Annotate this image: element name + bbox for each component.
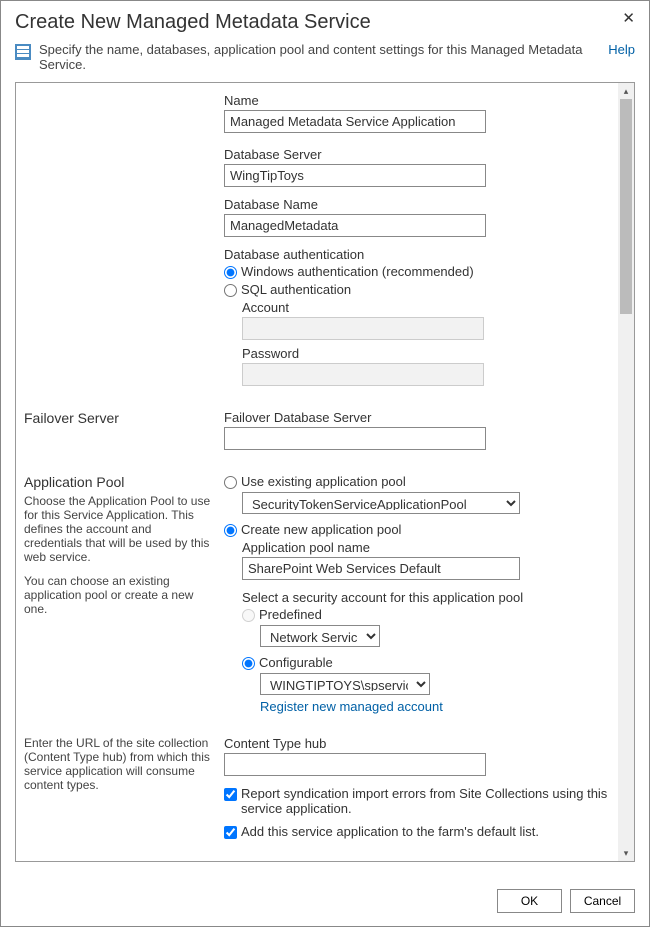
- auth-windows-radio[interactable]: [224, 266, 237, 279]
- cth-desc: Enter the URL of the site collection (Co…: [24, 736, 212, 792]
- add-to-default-checkbox[interactable]: [224, 826, 237, 839]
- configurable-select[interactable]: WINGTIPTOYS\spservices: [260, 673, 430, 695]
- ok-button[interactable]: OK: [497, 889, 562, 913]
- use-existing-pool-label: Use existing application pool: [241, 474, 406, 489]
- scrollbar[interactable]: ▴ ▾: [618, 83, 634, 861]
- auth-sql-radio[interactable]: [224, 284, 237, 297]
- close-icon[interactable]: ✕: [622, 11, 635, 26]
- name-input[interactable]: [224, 110, 486, 133]
- db-server-label: Database Server: [224, 147, 612, 162]
- help-link[interactable]: Help: [598, 42, 635, 57]
- add-to-default-label: Add this service application to the farm…: [241, 824, 539, 839]
- predefined-radio: [242, 609, 255, 622]
- scroll-up-icon[interactable]: ▴: [618, 83, 634, 99]
- failover-section-title: Failover Server: [24, 410, 212, 426]
- apppool-section-title: Application Pool: [24, 474, 212, 490]
- name-label: Name: [224, 93, 612, 108]
- create-new-pool-radio[interactable]: [224, 524, 237, 537]
- dialog-description: Specify the name, databases, application…: [39, 42, 590, 72]
- db-name-label: Database Name: [224, 197, 612, 212]
- auth-windows-label: Windows authentication (recommended): [241, 264, 474, 279]
- db-password-label: Password: [242, 346, 612, 361]
- apppool-desc-1: Choose the Application Pool to use for t…: [24, 494, 212, 564]
- failover-input[interactable]: [224, 427, 486, 450]
- use-existing-pool-radio[interactable]: [224, 476, 237, 489]
- register-account-link[interactable]: Register new managed account: [260, 699, 443, 714]
- failover-label: Failover Database Server: [224, 410, 612, 425]
- pool-name-label: Application pool name: [242, 540, 612, 555]
- cth-label: Content Type hub: [224, 736, 612, 751]
- report-errors-label: Report syndication import errors from Si…: [241, 786, 612, 816]
- metadata-service-icon: [15, 44, 31, 60]
- cth-input[interactable]: [224, 753, 486, 776]
- pool-name-input[interactable]: [242, 557, 520, 580]
- db-password-input: [242, 363, 484, 386]
- existing-pool-select[interactable]: SecurityTokenServiceApplicationPool: [242, 492, 520, 514]
- form-panel: Name Database Server Database Name Datab…: [15, 82, 635, 862]
- create-new-pool-label: Create new application pool: [241, 522, 401, 537]
- dialog-title: Create New Managed Metadata Service: [15, 11, 371, 34]
- configurable-label: Configurable: [259, 655, 333, 670]
- apppool-desc-2: You can choose an existing application p…: [24, 574, 212, 616]
- auth-sql-label: SQL authentication: [241, 282, 351, 297]
- predefined-label: Predefined: [259, 607, 322, 622]
- configurable-radio[interactable]: [242, 657, 255, 670]
- db-auth-label: Database authentication: [224, 247, 612, 262]
- cancel-button[interactable]: Cancel: [570, 889, 635, 913]
- report-errors-checkbox[interactable]: [224, 788, 237, 801]
- predefined-select[interactable]: Network Service: [260, 625, 380, 647]
- db-account-label: Account: [242, 300, 612, 315]
- db-name-input[interactable]: [224, 214, 486, 237]
- db-server-input[interactable]: [224, 164, 486, 187]
- db-account-input: [242, 317, 484, 340]
- scroll-thumb[interactable]: [620, 99, 632, 314]
- scroll-down-icon[interactable]: ▾: [618, 845, 634, 861]
- select-account-label: Select a security account for this appli…: [242, 590, 612, 605]
